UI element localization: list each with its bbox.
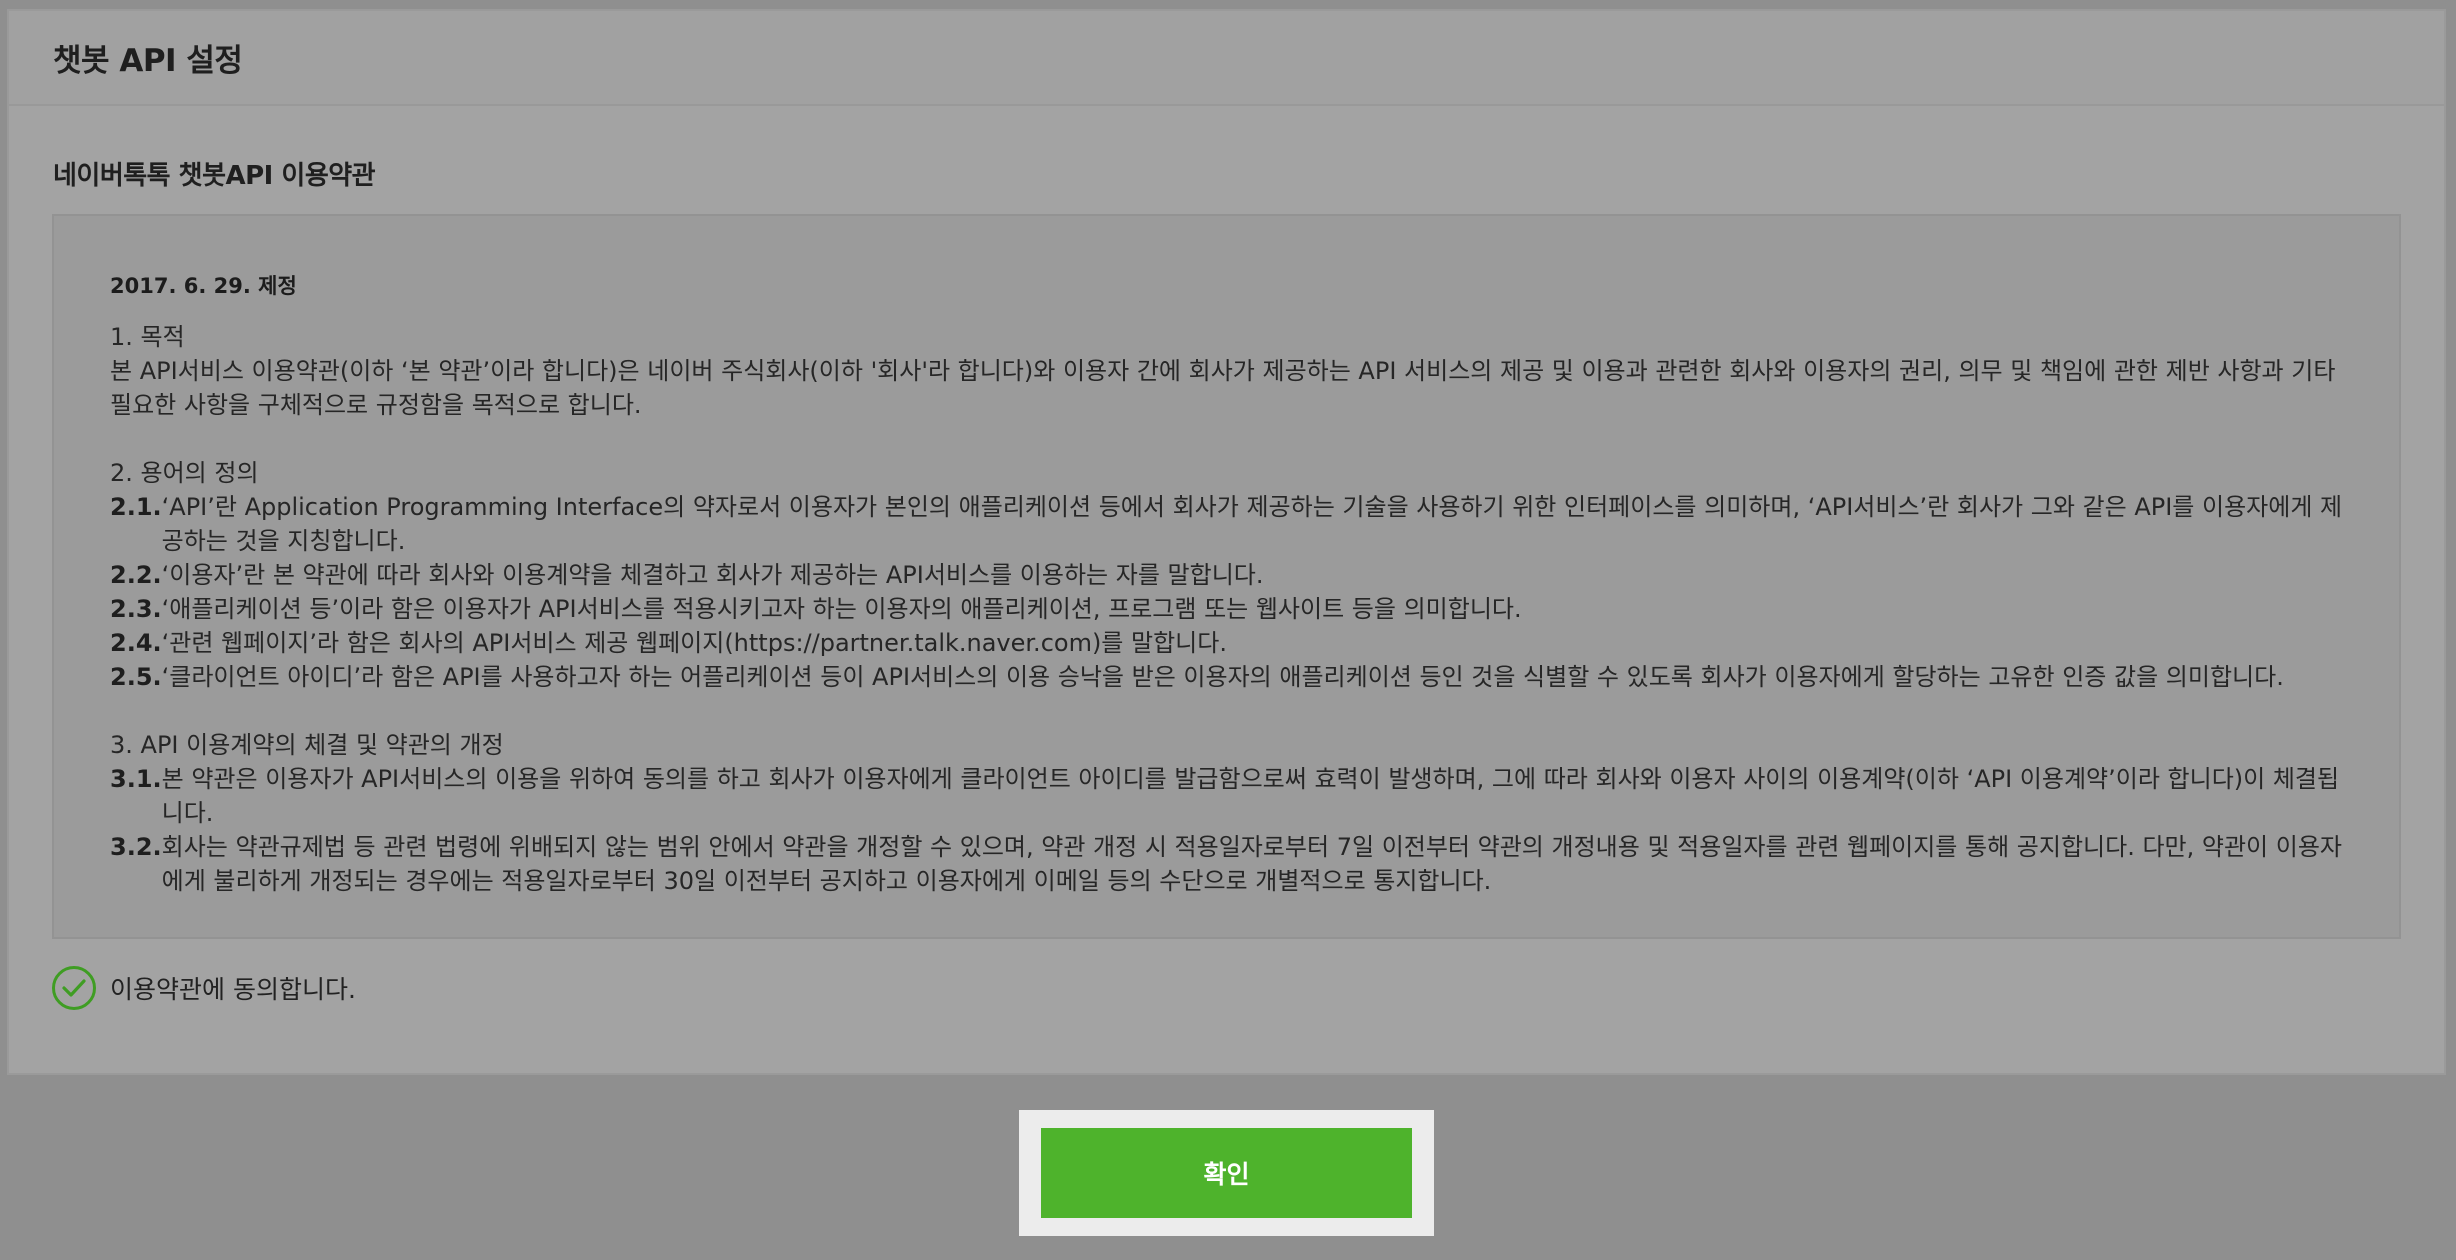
section-title: 3. API 이용계약의 체결 및 약관의 개정 [110, 731, 504, 759]
section-title: 2. 용어의 정의 [110, 459, 259, 487]
terms-title: 네이버톡톡 챗봇API 이용약관 [53, 161, 376, 191]
list-item: 3.1. 본 약관은 이용자가 API서비스의 이용을 위하여 동의를 하고 회… [110, 762, 2343, 830]
item-number: 2.5. [110, 663, 162, 691]
terms-body: 1. 목적 본 API서비스 이용약관(이하 ‘본 약관’이라 합니다)은 네이… [110, 320, 2343, 898]
confirm-button[interactable]: 확인 [1041, 1128, 1412, 1218]
item-text: ‘API’란 Application Programming Interface… [161, 493, 2343, 555]
item-text: ‘이용자’란 본 약관에 따라 회사와 이용계약을 체결하고 회사가 제공하는 … [161, 561, 1264, 589]
list-item: 3.2. 회사는 약관규제법 등 관련 법령에 위배되지 않는 범위 안에서 약… [110, 830, 2343, 898]
item-text: ‘클라이언트 아이디’라 함은 API를 사용하고자 하는 어플리케이션 등이 … [161, 663, 2284, 691]
confirm-button-wrapper: 확인 [1019, 1110, 1434, 1236]
terms-scroll-box[interactable]: 2017. 6. 29. 제정 1. 목적 본 API서비스 이용약관(이하 ‘… [52, 214, 2401, 939]
item-text: ‘애플리케이션 등’이라 함은 이용자가 API서비스를 적용시키고자 하는 이… [161, 595, 1522, 623]
item-text: ‘관련 웹페이지’라 함은 회사의 API서비스 제공 웹페이지(https:/… [161, 629, 1227, 657]
agree-label[interactable]: 이용약관에 동의합니다. [110, 970, 356, 1006]
item-text: 본 약관은 이용자가 API서비스의 이용을 위하여 동의를 하고 회사가 이용… [161, 765, 2340, 827]
list-item: 2.4. ‘관련 웹페이지’라 함은 회사의 API서비스 제공 웹페이지(ht… [110, 626, 2343, 660]
settings-panel: 챗봇 API 설정 네이버톡톡 챗봇API 이용약관 2017. 6. 29. … [7, 9, 2446, 1075]
item-number: 2.1. [110, 493, 162, 521]
list-item: 2.1. ‘API’란 Application Programming Inte… [110, 490, 2343, 558]
agree-checkbox[interactable]: 이용약관에 동의합니다. [52, 966, 356, 1010]
list-item: 2.3. ‘애플리케이션 등’이라 함은 이용자가 API서비스를 적용시키고자… [110, 592, 2343, 626]
item-number: 2.4. [110, 629, 162, 657]
section-paragraph: 본 API서비스 이용약관(이하 ‘본 약관’이라 합니다)은 네이버 주식회사… [110, 357, 2336, 419]
check-circle-icon[interactable] [52, 966, 96, 1010]
item-number: 2.3. [110, 595, 162, 623]
section-title: 1. 목적 [110, 323, 185, 351]
item-text: 회사는 약관규제법 등 관련 법령에 위배되지 않는 범위 안에서 약관을 개정… [161, 833, 2342, 895]
item-number: 3.2. [110, 833, 162, 861]
list-item: 2.2. ‘이용자’란 본 약관에 따라 회사와 이용계약을 체결하고 회사가 … [110, 558, 2343, 592]
page-title: 챗봇 API 설정 [53, 43, 243, 79]
list-item: 2.5. ‘클라이언트 아이디’라 함은 API를 사용하고자 하는 어플리케이… [110, 660, 2343, 694]
item-number: 2.2. [110, 561, 162, 589]
terms-date: 2017. 6. 29. 제정 [110, 274, 297, 298]
item-number: 3.1. [110, 765, 162, 793]
panel-header: 챗봇 API 설정 [9, 11, 2444, 106]
